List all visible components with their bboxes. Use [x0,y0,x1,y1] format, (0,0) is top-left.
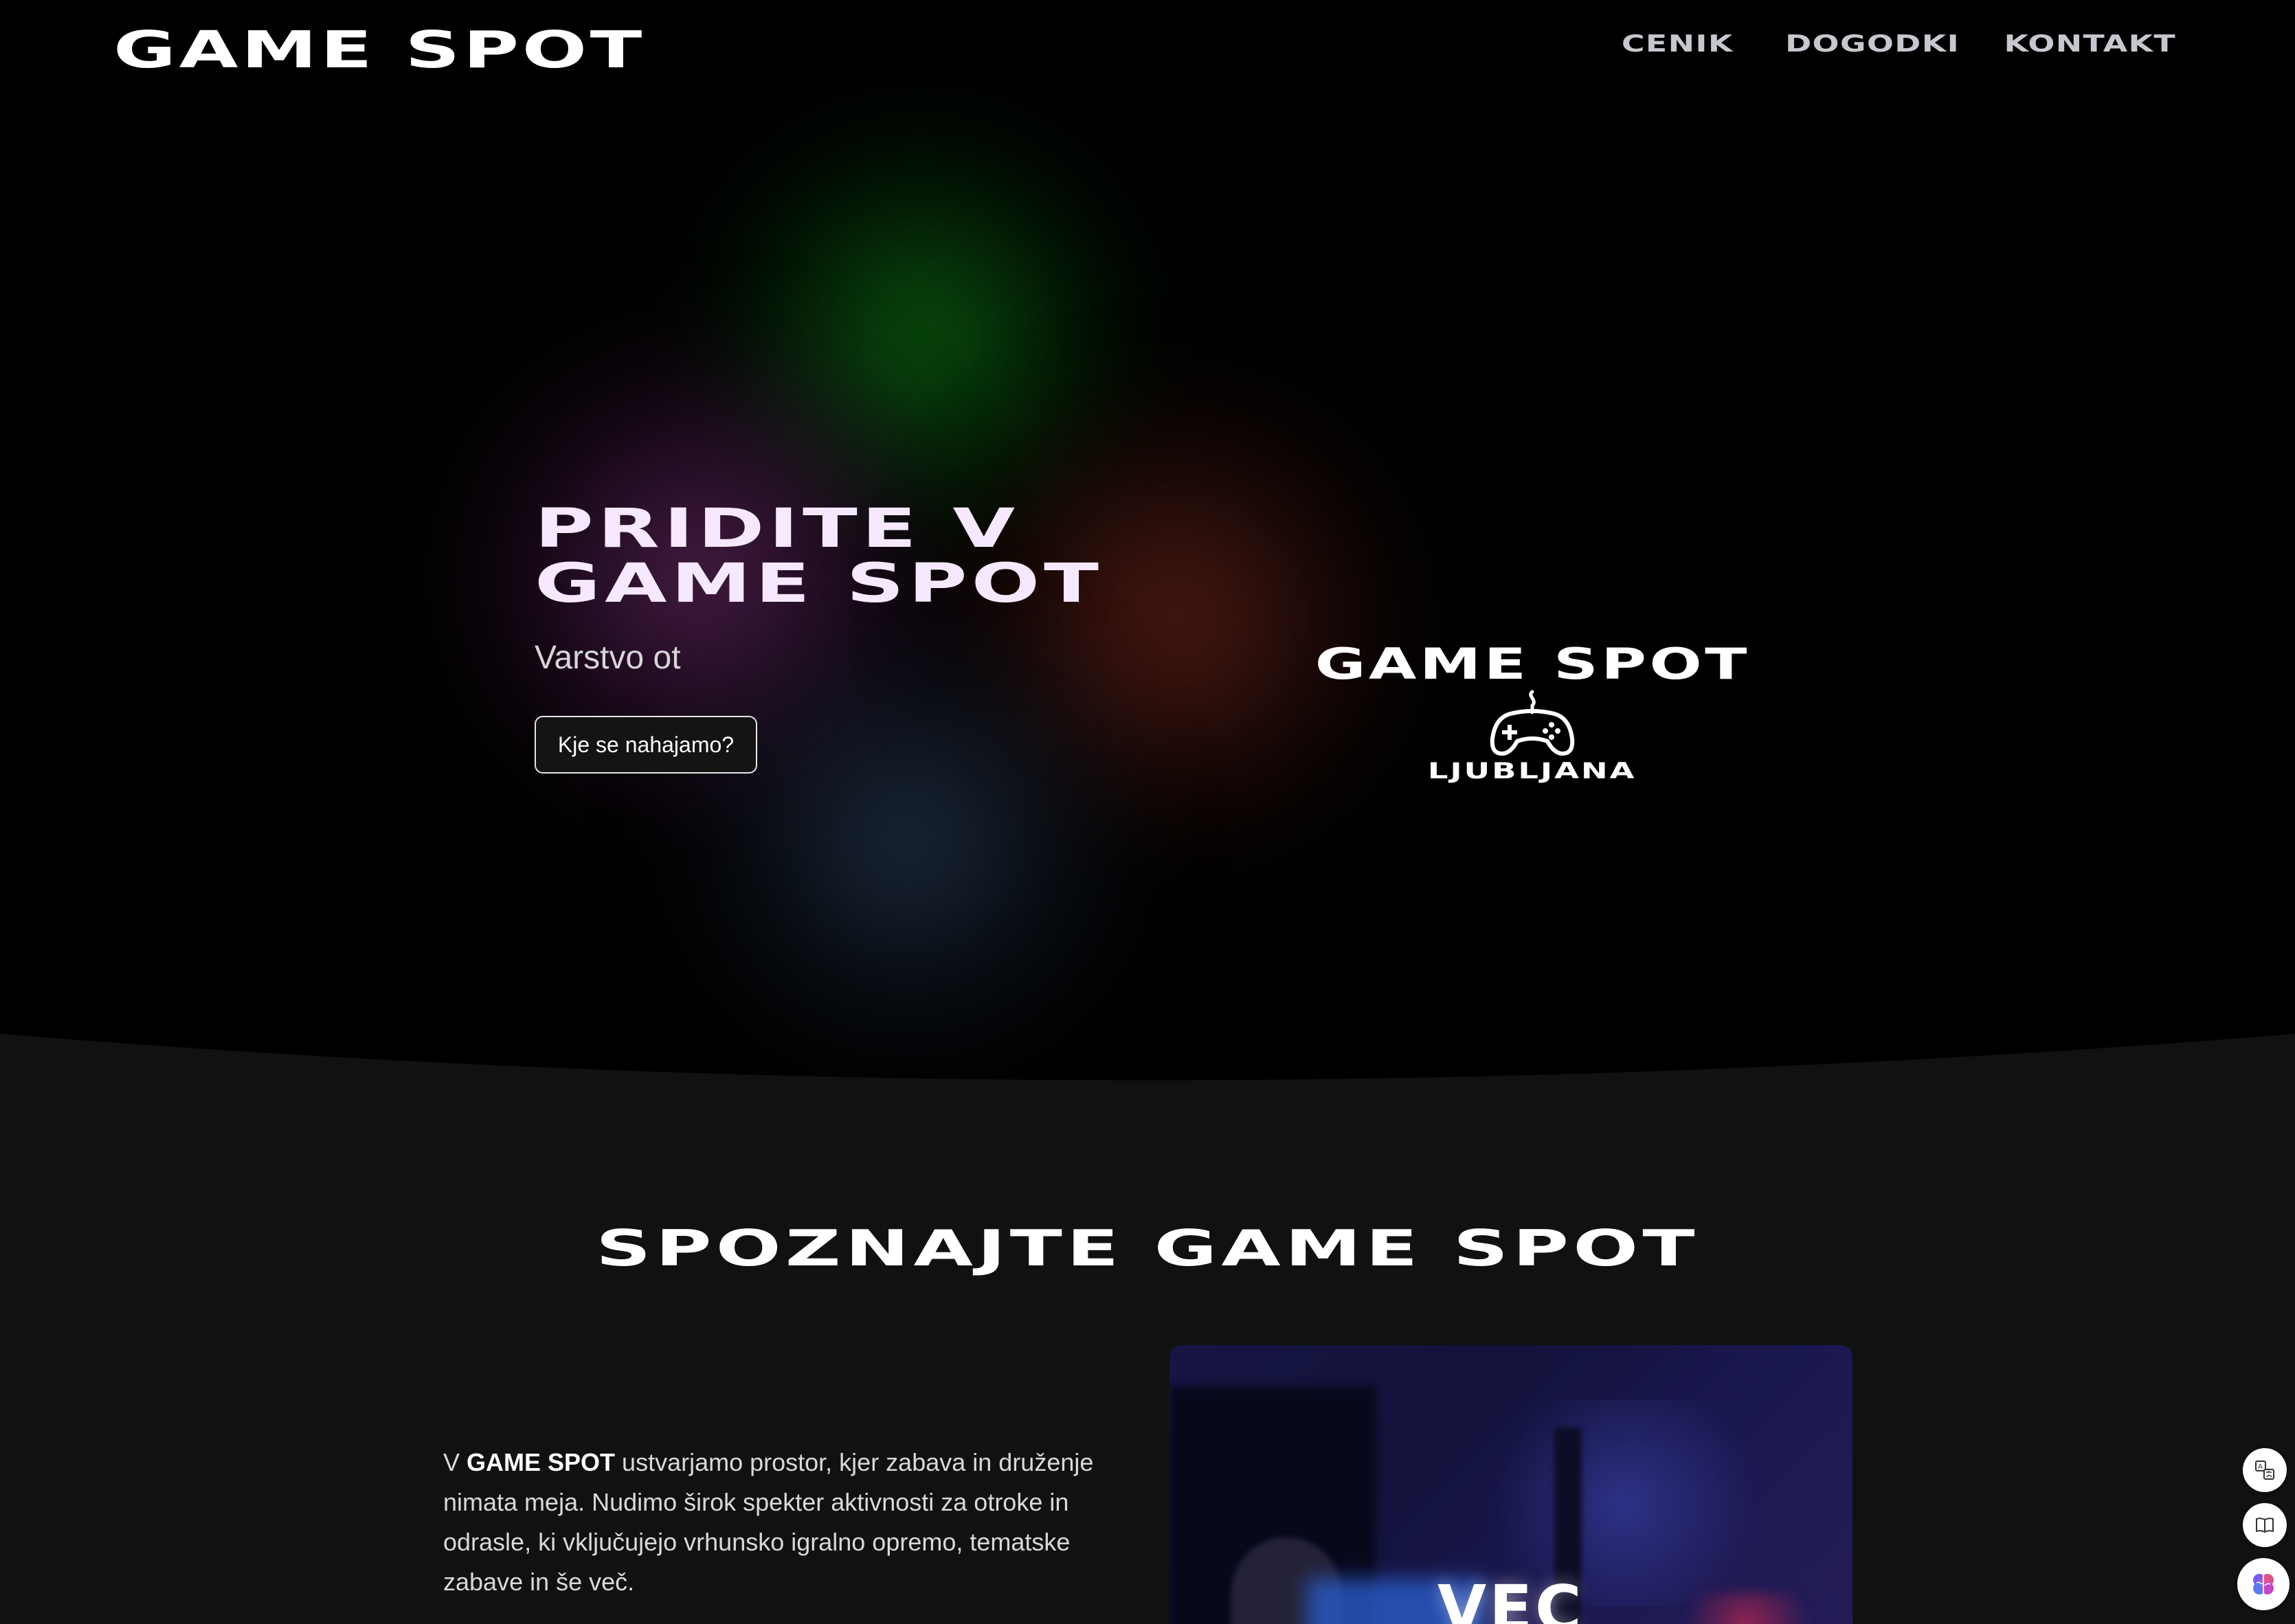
brand-logo-link[interactable]: GAME SPOT [113,21,645,80]
about-text-prefix: V [443,1448,467,1476]
about-section: SPOZNAJTE GAME SPOT V GAME SPOT ustvarja… [0,1099,2295,1624]
nav-link-kontakt[interactable]: KONTAKT [1967,30,2214,58]
gamepad-icon [1490,690,1575,756]
top-nav: GAME SPOT CENIK DOGODKI KONTAKT [0,0,2295,96]
brain-icon[interactable] [2237,1558,2290,1610]
about-title-text: SPOZNAJTE GAME SPOT [596,1219,1699,1277]
floating-widgets: A [2237,1448,2290,1621]
nav-link-cenik[interactable]: CENIK [1584,30,1770,58]
photo-overlay-text: VEC [1437,1572,1585,1624]
book-icon[interactable] [2243,1503,2287,1547]
nav-links: CENIK DOGODKI KONTAKT [1609,30,2182,58]
about-paragraph: V GAME SPOT ustvarjamo prostor, kjer zab… [443,1443,1117,1602]
hero-title-line-2: GAME SPOT [535,553,1103,615]
hero-glow-blue [653,605,1161,1072]
logo-title: GAME SPOT [1314,639,1750,689]
game-spot-logo: GAME SPOT LJUBLJANA [1314,639,1747,784]
nav-link-dogodki[interactable]: DOGODKI [1748,30,1997,58]
logo-city: LJUBLJANA [1428,758,1637,784]
about-title: SPOZNAJTE GAME SPOT [0,1219,2295,1277]
about-text-bold: GAME SPOT [467,1448,616,1476]
hero-section: GAME SPOT CENIK DOGODKI KONTAKT PRIDITE … [0,0,2295,1113]
svg-text:A: A [2258,1463,2263,1471]
translate-icon[interactable]: A [2243,1448,2287,1492]
hero-subtitle: Varstvo ot [535,640,681,676]
location-button[interactable]: Kje se nahajamo? [535,716,757,774]
page: GAME SPOT CENIK DOGODKI KONTAKT PRIDITE … [0,0,2295,1624]
hero-title-line-1: PRIDITE V [535,498,1020,560]
about-photo: VEC [1169,1345,1852,1624]
hero-title: PRIDITE V GAME SPOT [535,501,1103,611]
